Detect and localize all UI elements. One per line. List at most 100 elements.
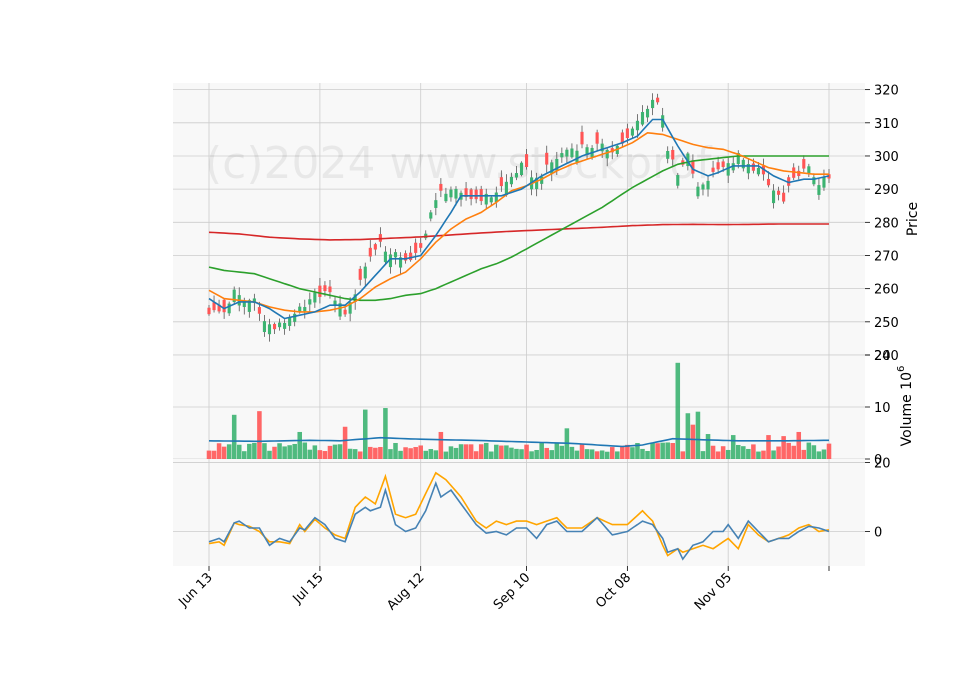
- volume-panel: 01020 Volume 106: [173, 349, 915, 468]
- volume-bar: [307, 449, 313, 459]
- candle-body: [777, 190, 781, 195]
- volume-bar: [483, 442, 489, 459]
- candle-body: [393, 252, 398, 258]
- price-tick-label: 320: [874, 84, 899, 99]
- oscillator-tick-label: 0: [874, 525, 882, 540]
- volume-tick-label: 10: [874, 401, 891, 416]
- volume-bar: [302, 442, 308, 459]
- candle-body: [716, 162, 720, 170]
- candle-body: [288, 317, 292, 326]
- candle-body: [323, 285, 327, 292]
- volume-bar: [509, 447, 514, 459]
- candle-body: [283, 322, 287, 329]
- candle-body: [640, 112, 645, 125]
- candle-body: [444, 193, 448, 202]
- volume-bar: [806, 442, 812, 459]
- volume-bar: [272, 446, 277, 459]
- volume-bar: [499, 445, 504, 459]
- candle-body: [807, 166, 811, 174]
- volume-bar: [695, 411, 701, 459]
- candle-body: [676, 175, 680, 186]
- volume-bar: [489, 451, 494, 459]
- volume-bar: [574, 450, 580, 459]
- volume-bar: [352, 449, 358, 459]
- candle-body: [701, 184, 705, 190]
- x-tick-label: Sep 10: [491, 570, 534, 613]
- candle-body: [741, 159, 745, 169]
- volume-bar: [373, 447, 378, 459]
- oscillator-tick-label: 20: [874, 456, 891, 471]
- volume-bar: [680, 451, 686, 459]
- volume-bar: [292, 443, 297, 459]
- volume-axis-label: Volume 106: [896, 366, 915, 447]
- candle-body: [771, 190, 776, 204]
- candle-body: [560, 153, 564, 158]
- price-tick-label: 300: [874, 150, 899, 165]
- volume-bar: [357, 451, 363, 459]
- candle-body: [434, 200, 438, 208]
- volume-bar: [710, 445, 716, 459]
- volume-bar: [776, 446, 781, 459]
- volume-bar: [252, 442, 257, 459]
- price-tick-label: 260: [874, 283, 899, 298]
- volume-bar: [675, 362, 681, 459]
- x-tick-label: Jul 15: [290, 570, 327, 607]
- candle-body: [293, 313, 297, 322]
- volume-bar: [413, 447, 418, 459]
- volume-bar: [211, 450, 217, 459]
- volume-bar: [766, 435, 771, 459]
- volume-bar: [821, 449, 827, 459]
- price-tick-label: 290: [874, 183, 899, 198]
- candle-body: [207, 307, 211, 315]
- candle-body: [383, 251, 387, 263]
- candle-body: [625, 128, 629, 139]
- volume-bar: [670, 443, 676, 459]
- volume-bar: [514, 448, 519, 459]
- volume-bar: [504, 445, 509, 459]
- volume-bar: [705, 434, 711, 459]
- volume-bar: [438, 431, 444, 459]
- candle-body: [328, 286, 332, 293]
- volume-bar: [559, 445, 565, 459]
- candle-body: [645, 108, 650, 118]
- volume-bar: [725, 449, 731, 459]
- volume-bar: [388, 449, 393, 459]
- volume-bar: [791, 445, 796, 459]
- candle-body: [635, 120, 640, 131]
- candle-body: [580, 131, 584, 145]
- candle-body: [429, 212, 433, 219]
- volume-bar: [423, 450, 429, 459]
- candle-body: [721, 161, 725, 167]
- candle-body: [524, 154, 529, 168]
- volume-bar: [347, 448, 353, 459]
- stock-chart: (c)2024 www.stockprof 240250260270280290…: [173, 83, 921, 613]
- oscillator-y-ticks: 0 20: [865, 456, 891, 540]
- oscillator-panel: 0 20: [173, 456, 891, 566]
- volume-bar: [428, 449, 434, 459]
- x-tick-label: Nov 05: [692, 570, 735, 613]
- volume-bar: [781, 436, 786, 459]
- volume-bar: [741, 446, 746, 459]
- volume-bar: [771, 450, 776, 459]
- volume-bar: [786, 442, 791, 459]
- candle-body: [656, 97, 660, 103]
- volume-bar: [277, 443, 282, 459]
- volume-bar: [609, 447, 615, 459]
- price-axis-label: Price: [905, 202, 921, 236]
- candle-body: [706, 180, 710, 190]
- candle-body: [514, 173, 519, 178]
- volume-bar: [549, 450, 555, 459]
- candle-body: [605, 149, 609, 159]
- volume-bar: [599, 450, 605, 459]
- volume-bar: [398, 450, 403, 459]
- volume-bar: [297, 431, 302, 459]
- volume-bar: [383, 408, 388, 459]
- volume-bar: [569, 446, 575, 459]
- volume-bar: [403, 447, 408, 459]
- volume-bar: [337, 444, 343, 459]
- volume-bar: [579, 443, 585, 459]
- volume-bar: [604, 451, 610, 459]
- candle-body: [509, 176, 514, 185]
- x-tick-label: Aug 12: [384, 570, 427, 613]
- volume-bar: [620, 445, 625, 459]
